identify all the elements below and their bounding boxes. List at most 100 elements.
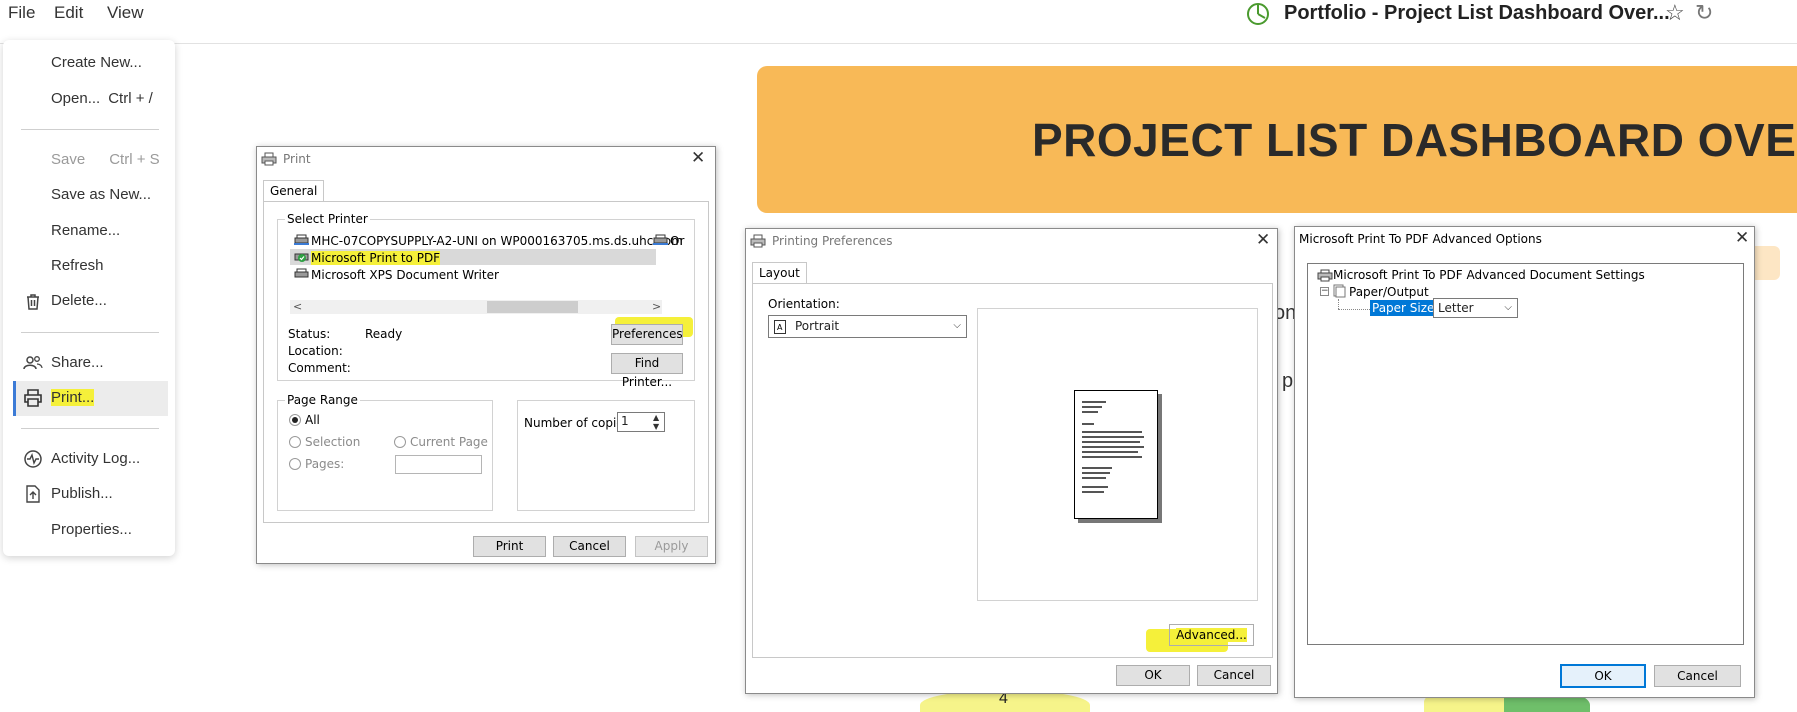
cancel-button[interactable]: Cancel	[553, 536, 626, 557]
menu-item-properties[interactable]: Properties...	[51, 521, 132, 538]
menu-divider	[21, 129, 159, 130]
find-printer-button[interactable]: Find Printer...	[611, 353, 683, 389]
printer-list-item[interactable]: Microsoft XPS Document Writer	[294, 268, 499, 282]
printer-icon	[294, 234, 309, 245]
radio-all[interactable]	[289, 414, 301, 426]
copies-value: 1	[621, 414, 629, 428]
close-icon[interactable]: ✕	[691, 148, 705, 168]
printer-icon	[294, 268, 309, 278]
view-menu-button[interactable]: View	[107, 3, 144, 23]
tree-node-paper-size[interactable]: Paper Size:	[1370, 300, 1441, 316]
star-icon[interactable]: ☆	[1665, 0, 1685, 26]
portrait-page-icon: A	[774, 320, 786, 334]
settings-tree: Microsoft Print To PDF Advanced Document…	[1307, 263, 1744, 645]
menu-item-save-as-new[interactable]: Save as New...	[51, 186, 151, 203]
radio-label: Pages:	[305, 457, 345, 471]
trash-icon	[27, 294, 39, 310]
orientation-select[interactable]: A Portrait ⌵	[768, 315, 967, 338]
ok-button[interactable]: OK	[1560, 664, 1646, 688]
printing-preferences-dialog: Printing Preferences ✕ Layout Orientatio…	[745, 228, 1278, 694]
group-label: Select Printer	[285, 212, 370, 226]
check-printer-icon	[294, 253, 309, 262]
advanced-options-dialog: Microsoft Print To PDF Advanced Options …	[1294, 226, 1755, 698]
file-menu-button[interactable]: File	[8, 3, 35, 23]
scroll-left-icon[interactable]: <	[293, 300, 302, 313]
select-value: Portrait	[795, 319, 840, 333]
spinner-arrows-icon[interactable]: ▲ ▼	[653, 413, 659, 431]
menu-item-create-new[interactable]: Create New...	[51, 54, 142, 71]
menubar: File Edit View Portfolio - Project List …	[0, 0, 1797, 44]
preferences-button[interactable]: Preferences	[611, 324, 683, 345]
advanced-button[interactable]: Advanced...	[1169, 624, 1254, 646]
radio-current-page[interactable]	[394, 436, 406, 448]
close-icon[interactable]: ✕	[1735, 228, 1749, 248]
menu-item-print[interactable]: Print...	[51, 389, 95, 406]
horizontal-scrollbar[interactable]: < >	[290, 300, 662, 314]
printer-list-item-selected[interactable]: Microsoft Print to PDF	[294, 251, 441, 265]
pages-input[interactable]	[395, 455, 482, 474]
publish-icon	[26, 485, 40, 503]
menu-item-rename[interactable]: Rename...	[51, 222, 120, 239]
shortcut-label: Ctrl + /	[108, 90, 153, 107]
dialog-title: Print	[283, 152, 311, 166]
svg-text:A: A	[777, 323, 783, 332]
chevron-down-icon: ⌵	[953, 320, 961, 331]
select-value: Letter	[1438, 301, 1474, 315]
tree-node-paper-output[interactable]: Paper/Output	[1349, 285, 1429, 299]
status-value: Ready	[365, 327, 403, 341]
printer-icon	[261, 152, 277, 166]
collapse-icon[interactable]: −	[1320, 287, 1329, 296]
tree-connector	[1338, 299, 1339, 309]
printer-name: MHC-07COPYSUPPLY-A2-UNI on WP000163705.m…	[311, 234, 683, 248]
printer-icon	[653, 234, 668, 245]
location-label: Location:	[288, 344, 343, 358]
menu-item-publish[interactable]: Publish...	[51, 485, 113, 502]
printer-icon	[1317, 269, 1333, 282]
dashboard-banner-title: PROJECT LIST DASHBOARD OVE	[1032, 114, 1797, 166]
scroll-right-icon[interactable]: >	[652, 300, 661, 313]
apply-button[interactable]: Apply	[635, 536, 708, 557]
radio-selection[interactable]	[289, 436, 301, 448]
shortcut-label: Ctrl + S	[109, 151, 160, 168]
document-title: Portfolio - Project List Dashboard Over.…	[1284, 2, 1670, 24]
printer-list-item[interactable]: Or	[653, 234, 684, 248]
edit-menu-button[interactable]: Edit	[54, 3, 83, 23]
dialog-title: Printing Preferences	[772, 234, 893, 248]
radio-label: Selection	[305, 435, 361, 449]
menu-divider	[21, 332, 159, 333]
print-dialog: Print ✕ General Select Printer MHC-07COP…	[256, 146, 716, 564]
paper-output-icon	[1333, 284, 1346, 298]
refresh-icon[interactable]: ↻	[1695, 0, 1713, 26]
tree-connector	[1338, 309, 1370, 310]
menu-item-label: Open...	[51, 90, 101, 107]
paper-size-select[interactable]: Letter ⌵	[1433, 298, 1518, 318]
menu-item-share[interactable]: Share...	[51, 354, 104, 371]
chevron-down-icon: ⌵	[1504, 302, 1512, 313]
radio-label: All	[305, 413, 320, 427]
cancel-button[interactable]: Cancel	[1197, 665, 1271, 686]
menu-item-save[interactable]: Save Ctrl + S	[51, 151, 160, 168]
printer-icon	[24, 389, 42, 407]
menu-item-label: Save	[51, 151, 86, 168]
scroll-thumb[interactable]	[487, 301, 578, 313]
menu-item-refresh[interactable]: Refresh	[51, 257, 104, 274]
menu-divider	[21, 428, 159, 429]
page-preview	[977, 308, 1258, 601]
print-button[interactable]: Print	[473, 536, 546, 557]
menu-item-delete[interactable]: Delete...	[51, 292, 107, 309]
group-label: Page Range	[285, 393, 360, 407]
preview-page-thumbnail	[1074, 390, 1158, 519]
printer-icon	[750, 234, 766, 248]
ok-button[interactable]: OK	[1116, 665, 1190, 686]
tab-layout[interactable]: Layout	[752, 262, 807, 283]
advanced-label: Advanced...	[1176, 628, 1247, 642]
tree-root-label[interactable]: Microsoft Print To PDF Advanced Document…	[1333, 268, 1645, 282]
tab-general[interactable]: General	[263, 180, 325, 201]
menu-item-activity-log[interactable]: Activity Log...	[51, 450, 140, 467]
menu-item-open[interactable]: Open... Ctrl + /	[51, 90, 153, 107]
cancel-button[interactable]: Cancel	[1654, 665, 1741, 687]
printer-list-item[interactable]: MHC-07COPYSUPPLY-A2-UNI on WP000163705.m…	[294, 234, 683, 248]
activity-icon	[24, 450, 42, 468]
radio-pages[interactable]	[289, 458, 301, 470]
close-icon[interactable]: ✕	[1256, 230, 1270, 250]
